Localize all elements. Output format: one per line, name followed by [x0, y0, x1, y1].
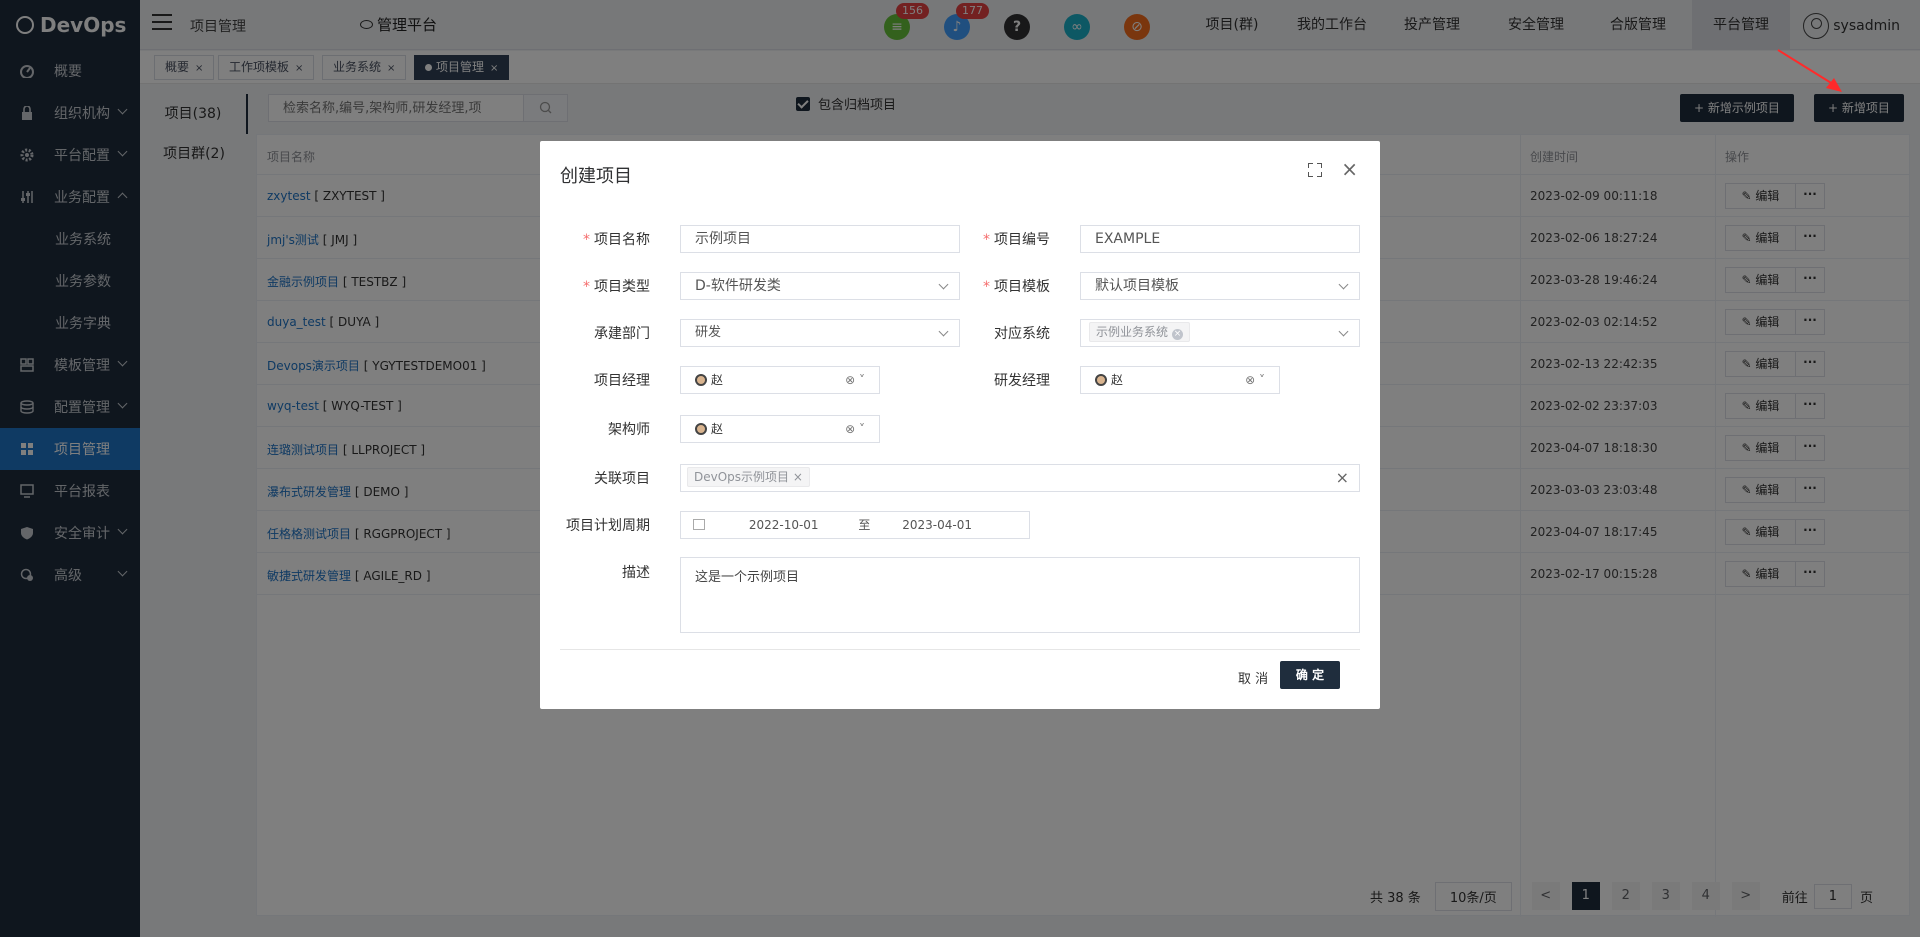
fullscreen-icon[interactable]	[1308, 163, 1322, 177]
user-avatar-icon	[695, 374, 707, 386]
chevron-down-icon	[1338, 326, 1349, 337]
person-name: 赵	[711, 422, 724, 436]
tag-close-icon[interactable]: ×	[1172, 329, 1184, 340]
project-template-select[interactable]: 默认项目模板	[1080, 272, 1360, 300]
field-label-type: * 项目类型	[583, 279, 650, 295]
create-project-dialog: 创建项目 × * 项目名称 示例项目 * 项目编号 EXAMPLE * 项目类型 D-…	[540, 141, 1380, 709]
clear-chevron-icon[interactable]: ⊗ ˅	[1245, 367, 1265, 393]
project-name-input[interactable]: 示例项目	[680, 225, 960, 253]
select-value: D-软件研发类	[695, 278, 781, 294]
dept-select[interactable]: 研发	[680, 319, 960, 347]
dialog-title: 创建项目	[560, 166, 632, 187]
tag-close-icon[interactable]: ×	[793, 470, 803, 484]
system-select[interactable]: 示例业务系统 ×	[1080, 319, 1360, 347]
description-textarea[interactable]: 这是一个示例项目	[680, 557, 1360, 633]
user-avatar-icon	[695, 423, 707, 435]
person-name: 赵	[711, 373, 724, 387]
related-project-tag: DevOps示例项目 ×	[687, 467, 810, 487]
clear-chevron-icon[interactable]: ⊗ ˅	[845, 416, 865, 442]
field-label-name: * 项目名称	[583, 232, 650, 248]
architect-picker[interactable]: 赵 ⊗ ˅	[680, 415, 880, 443]
select-value: 研发	[695, 325, 722, 340]
field-label-pm: 项目经理	[594, 373, 650, 389]
field-label-code: * 项目编号	[983, 232, 1050, 248]
project-type-select[interactable]: D-软件研发类	[680, 272, 960, 300]
system-tag: 示例业务系统 ×	[1089, 322, 1191, 342]
field-label-system: 对应系统	[994, 326, 1050, 342]
field-label-rdm: 研发经理	[994, 373, 1050, 389]
range-separator: 至	[858, 518, 871, 532]
dialog-divider	[560, 649, 1360, 650]
chevron-down-icon	[1338, 279, 1349, 290]
date-range-picker[interactable]: 2022-10-01 至 2023-04-01	[680, 511, 1030, 539]
field-label-related: 关联项目	[594, 471, 650, 487]
field-label-template: * 项目模板	[983, 279, 1050, 295]
close-icon[interactable]: ×	[1341, 157, 1358, 181]
rdm-picker[interactable]: 赵 ⊗ ˅	[1080, 366, 1280, 394]
cancel-button[interactable]: 取 消	[1238, 668, 1268, 687]
related-projects-select[interactable]: DevOps示例项目 × ×	[680, 464, 1360, 492]
confirm-button[interactable]: 确 定	[1280, 661, 1340, 689]
pm-picker[interactable]: 赵 ⊗ ˅	[680, 366, 880, 394]
end-date[interactable]: 2023-04-01	[902, 518, 972, 532]
field-label-dept: 承建部门	[594, 326, 650, 342]
start-date[interactable]: 2022-10-01	[749, 518, 819, 532]
calendar-icon	[693, 519, 705, 530]
clear-chevron-icon[interactable]: ⊗ ˅	[845, 367, 865, 393]
person-name: 赵	[1111, 373, 1124, 387]
select-value: 默认项目模板	[1095, 278, 1179, 294]
project-code-input[interactable]: EXAMPLE	[1080, 225, 1360, 253]
field-label-desc: 描述	[622, 565, 650, 581]
clear-icon[interactable]: ×	[1336, 465, 1349, 491]
user-avatar-icon	[1095, 374, 1107, 386]
field-label-period: 项目计划周期	[566, 518, 650, 534]
field-label-architect: 架构师	[608, 422, 650, 438]
